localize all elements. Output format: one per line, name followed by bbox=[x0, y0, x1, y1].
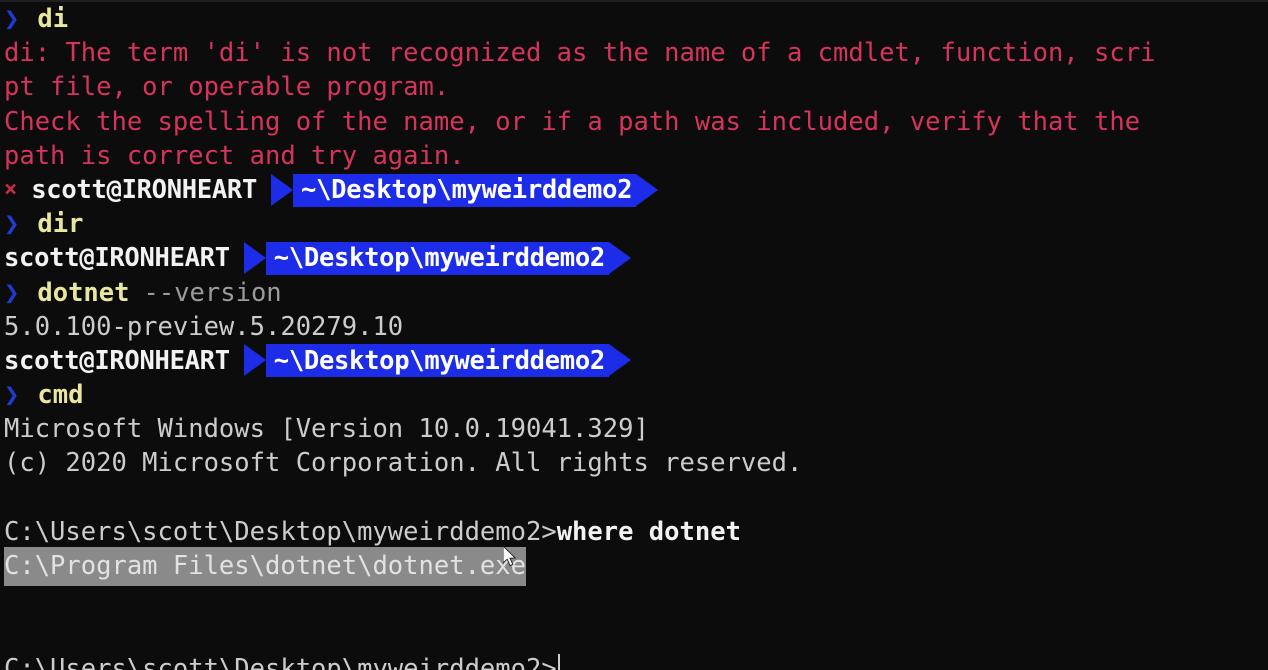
powerline-right-cap-icon-3 bbox=[608, 344, 631, 377]
command-arg-version: --version bbox=[143, 277, 282, 308]
prompt-user-host-2: scott@IRONHEART bbox=[4, 243, 230, 274]
prompt-path-text-1: ~\Desktop\myweirddemo2 bbox=[293, 173, 637, 207]
text-cursor bbox=[557, 653, 560, 670]
error-status-x-icon: × bbox=[4, 176, 18, 202]
error-text-line-2: pt file, or operable program. bbox=[4, 72, 450, 103]
cmd-prompt-prefix-1: C:\Users\scott\Desktop\myweirddemo2> bbox=[4, 516, 557, 547]
selected-text-dotnet-path[interactable]: C:\Program Files\dotnet\dotnet.exe bbox=[4, 546, 526, 586]
terminal-line-blank-2 bbox=[0, 583, 1268, 617]
powerline-prompt-2: scott@IRONHEART ~\Desktop\myweirddemo2 bbox=[0, 241, 1268, 275]
output-text-copyright: (c) 2020 Microsoft Corporation. All righ… bbox=[4, 448, 803, 479]
terminal-line-error-1: di: The term 'di' is not recognized as t… bbox=[0, 36, 1268, 70]
prompt-path-text-3: ~\Desktop\myweirddemo2 bbox=[265, 344, 609, 378]
output-text-windows-version: Microsoft Windows [Version 10.0.19041.32… bbox=[4, 414, 649, 445]
terminal-line-error-4: path is correct and try again. bbox=[0, 139, 1268, 173]
terminal-line-where-result[interactable]: C:\Program Files\dotnet\dotnet.exe bbox=[0, 546, 1268, 586]
terminal-line-command-di: ❯ di bbox=[0, 2, 1268, 36]
powerline-prompt-1: × scott@IRONHEART ~\Desktop\myweirddemo2 bbox=[0, 173, 1268, 207]
terminal-line-output-copyright: (c) 2020 Microsoft Corporation. All righ… bbox=[0, 446, 1268, 480]
powerline-right-cap-icon-2 bbox=[608, 241, 631, 274]
command-text-di: di bbox=[37, 4, 69, 34]
error-text-line-1: di: The term 'di' is not recognized as t… bbox=[4, 38, 1156, 69]
powerline-left-cap-icon-2 bbox=[243, 241, 266, 274]
command-text-dotnet: dotnet bbox=[37, 277, 130, 308]
prompt-chevron-icon-4: ❯ bbox=[4, 380, 20, 411]
powerline-left-cap-icon-1 bbox=[271, 173, 294, 206]
prompt-user-host-3: scott@IRONHEART bbox=[4, 345, 230, 376]
terminal-line-error-3: Check the spelling of the name, or if a … bbox=[0, 105, 1268, 139]
terminal-line-blank-1 bbox=[0, 481, 1268, 515]
output-text-dotnet-version: 5.0.100-preview.5.20279.10 bbox=[4, 311, 404, 342]
terminal-line-blank-3 bbox=[0, 617, 1268, 651]
cmd-prompt-prefix-2: C:\Users\scott\Desktop\myweirddemo2> bbox=[4, 653, 557, 670]
error-text-line-3: Check the spelling of the name, or if a … bbox=[4, 106, 1141, 137]
error-text-line-4: path is correct and try again. bbox=[4, 140, 465, 171]
terminal-line-active-prompt[interactable]: C:\Users\scott\Desktop\myweirddemo2> bbox=[0, 652, 1268, 670]
powerline-left-cap-icon-3 bbox=[243, 344, 266, 377]
terminal-line-output-windows-version: Microsoft Windows [Version 10.0.19041.32… bbox=[0, 412, 1268, 446]
terminal-window[interactable]: ❯ di di: The term 'di' is not recognized … bbox=[0, 0, 1268, 670]
command-text-where-dotnet: where dotnet bbox=[556, 516, 741, 547]
prompt-chevron-icon: ❯ bbox=[4, 4, 20, 34]
powerline-right-cap-icon-1 bbox=[636, 173, 659, 206]
terminal-line-command-dir: ❯ dir bbox=[0, 207, 1268, 241]
terminal-line-command-cmd: ❯ cmd bbox=[0, 378, 1268, 412]
prompt-chevron-icon-3: ❯ bbox=[4, 277, 20, 308]
terminal-line-output-dotnet-version: 5.0.100-preview.5.20279.10 bbox=[0, 310, 1268, 344]
command-text-cmd: cmd bbox=[37, 380, 84, 411]
terminal-line-error-2: pt file, or operable program. bbox=[0, 70, 1268, 104]
terminal-line-cmd-where-dotnet: C:\Users\scott\Desktop\myweirddemo2> wher… bbox=[0, 515, 1268, 549]
terminal-line-command-dotnet: ❯ dotnet --version bbox=[0, 276, 1268, 310]
prompt-chevron-icon-2: ❯ bbox=[4, 209, 20, 240]
command-text-dir: dir bbox=[37, 209, 84, 240]
prompt-path-segment-3: ~\Desktop\myweirddemo2 bbox=[243, 344, 631, 378]
terminal-output-buffer[interactable]: ❯ di di: The term 'di' is not recognized … bbox=[0, 2, 1268, 670]
powerline-prompt-3: scott@IRONHEART ~\Desktop\myweirddemo2 bbox=[0, 344, 1268, 378]
prompt-path-segment-2: ~\Desktop\myweirddemo2 bbox=[243, 241, 631, 275]
prompt-user-host-1: scott@IRONHEART bbox=[31, 174, 258, 205]
prompt-path-segment-1: ~\Desktop\myweirddemo2 bbox=[271, 173, 659, 207]
prompt-path-text-2: ~\Desktop\myweirddemo2 bbox=[265, 241, 609, 275]
